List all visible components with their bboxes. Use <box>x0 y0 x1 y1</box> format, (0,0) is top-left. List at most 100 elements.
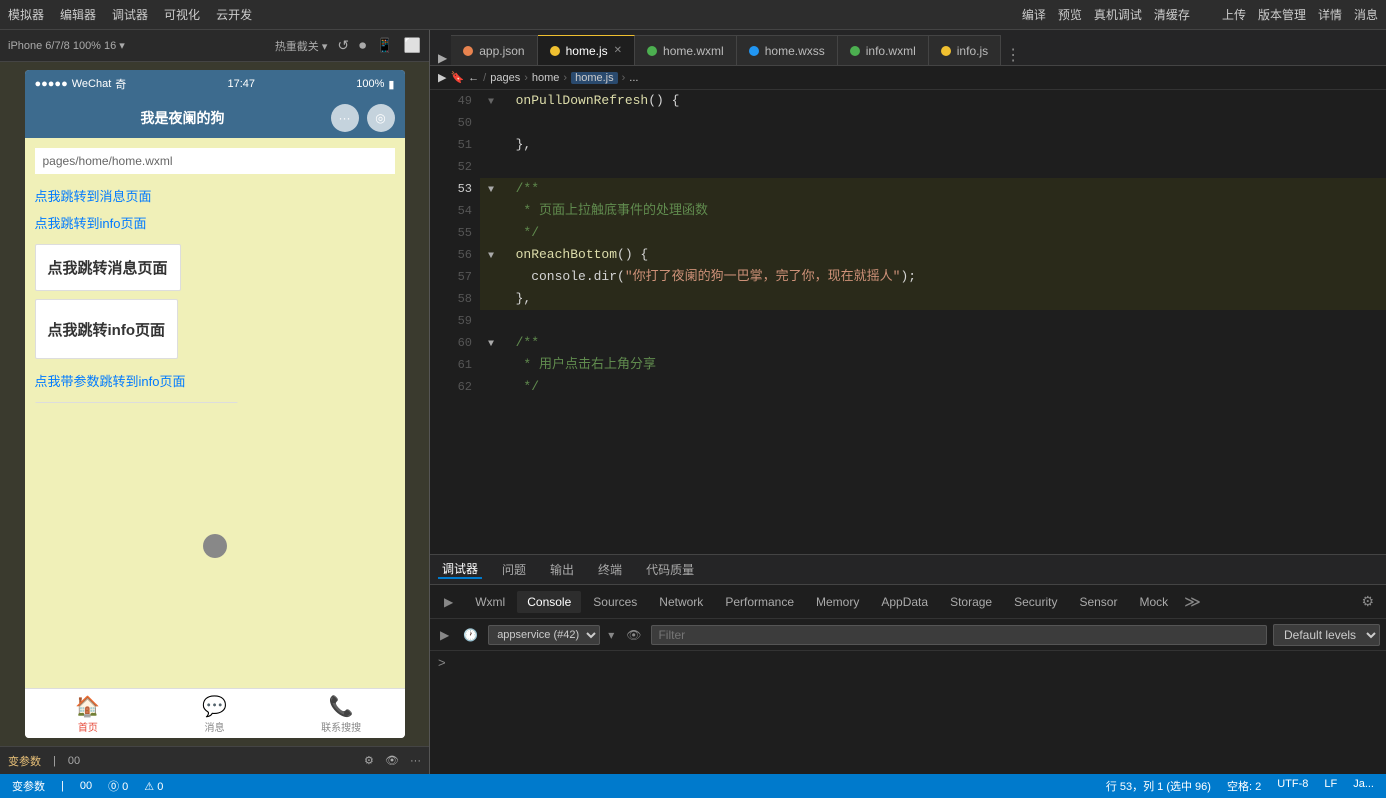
appservice-select[interactable]: appservice (#42) <box>488 625 600 645</box>
tab-close-home-js[interactable]: ✕ <box>614 45 622 56</box>
dtab-security[interactable]: Security <box>1004 591 1067 613</box>
phone-link-param[interactable]: 点我带参数跳转到info页面 <box>35 367 395 394</box>
dtab-mock[interactable]: Mock <box>1129 591 1178 613</box>
toolbar-cloud[interactable]: 云开发 <box>216 6 252 23</box>
toolbar-simulator[interactable]: 模拟器 <box>8 6 44 23</box>
console-play-btn[interactable]: ▶ <box>436 626 453 644</box>
tab-home-wxml[interactable]: home.wxml <box>635 35 737 65</box>
wxml-icon <box>647 46 657 56</box>
breadcrumb-home[interactable]: home <box>532 72 560 84</box>
dtab-memory[interactable]: Memory <box>806 591 869 613</box>
console-content[interactable]: > <box>430 651 1386 774</box>
dbg-tab-output[interactable]: 输出 <box>546 561 578 578</box>
status-lineend: LF <box>1324 778 1337 794</box>
phone-tab-contact[interactable]: 📞 联系搜搜 <box>278 689 405 738</box>
dtab-sources[interactable]: Sources <box>583 591 647 613</box>
sim-phone[interactable]: 📱 <box>376 37 393 54</box>
tab-info-wxml-label: info.wxml <box>866 44 916 58</box>
phone-tab-home[interactable]: 🏠 首页 <box>25 689 152 738</box>
status-position: 行 53，列 1 (选中 96) <box>1106 778 1211 794</box>
dtab-storage[interactable]: Storage <box>940 591 1002 613</box>
dtab-appdata[interactable]: AppData <box>871 591 938 613</box>
more-tabs-button[interactable]: ⋮ <box>1001 45 1025 65</box>
fold-49[interactable]: ▼ <box>488 92 500 114</box>
tab-info-wxml[interactable]: info.wxml <box>838 35 929 65</box>
fold-60[interactable]: ▼ <box>488 334 500 356</box>
breadcrumb-pages[interactable]: pages <box>490 72 520 84</box>
console-levels-select[interactable]: Default levels <box>1273 624 1380 646</box>
dtab-network[interactable]: Network <box>649 591 713 613</box>
tab-app-json[interactable]: app.json <box>451 35 537 65</box>
right-panel: ▶ app.json home.js ✕ home.wxml home.wxss <box>430 30 1386 774</box>
code-content[interactable]: ▼ onPullDownRefresh() { }, ▼ /** * 页面上拉触… <box>480 90 1386 554</box>
left-bottom-zero: 00 <box>68 755 80 767</box>
code-line-52 <box>480 156 1386 178</box>
code-line-56: ▼ onReachBottom() { <box>480 244 1386 266</box>
phone-battery-icon: ▮ <box>388 78 394 91</box>
toolbar-preview[interactable]: 预览 <box>1058 6 1082 23</box>
phone-signal: ●●●●● <box>35 78 68 90</box>
phone-nav-dots[interactable]: ··· <box>331 104 359 132</box>
tab-home-js-label: home.js <box>566 44 608 58</box>
appservice-selector: appservice (#42) ▾ 👁 <box>488 625 645 645</box>
status-encoding: UTF-8 <box>1277 778 1308 794</box>
fold-56[interactable]: ▼ <box>488 246 500 268</box>
code-editor: 49 50 51 52 53 54 55 56 57 58 59 60 61 6… <box>430 90 1386 554</box>
more-icon[interactable]: ··· <box>410 755 421 767</box>
sim-hot-reload[interactable]: 热重截关 ▾ <box>275 38 328 54</box>
breadcrumb-homejs[interactable]: home.js <box>571 72 618 84</box>
eye-icon[interactable]: 👁 <box>385 755 399 767</box>
sim-record[interactable]: ⏺ <box>359 37 366 54</box>
breadcrumb: ▶ 🔖 ← / pages › home › home.js › ... <box>430 66 1386 90</box>
debugger-tabs-bar: ▶ Wxml Console Sources Network Performan… <box>430 585 1386 619</box>
phone-btn-info[interactable]: 点我跳转info页面 <box>35 299 179 359</box>
tab-home-js[interactable]: home.js ✕ <box>538 35 635 65</box>
left-bottom-params[interactable]: 变参数 <box>8 753 41 769</box>
toolbar-compile[interactable]: 编译 <box>1022 6 1046 23</box>
dtab-arrow[interactable]: ▶ <box>434 591 463 613</box>
tab-left-arrow[interactable]: ▶ <box>434 51 451 65</box>
toolbar-debugger[interactable]: 调试器 <box>112 6 148 23</box>
dtab-wxml[interactable]: Wxml <box>465 591 515 613</box>
fold-53[interactable]: ▼ <box>488 180 500 202</box>
dbg-tab-quality[interactable]: 代码质量 <box>642 561 698 578</box>
toolbar-clear-cache[interactable]: 清缓存 <box>1154 6 1190 23</box>
phone-tab-messages[interactable]: 💬 消息 <box>151 689 278 738</box>
dtab-performance[interactable]: Performance <box>715 591 804 613</box>
toolbar-real-debug[interactable]: 真机调试 <box>1094 6 1142 23</box>
toolbar-visualize[interactable]: 可视化 <box>164 6 200 23</box>
tab-info-js[interactable]: info.js <box>929 35 1001 65</box>
breadcrumb-back[interactable]: ← <box>468 72 479 84</box>
code-line-60: ▼ /** <box>480 332 1386 354</box>
toolbar-messages[interactable]: 消息 <box>1354 6 1378 23</box>
dbg-tab-terminal[interactable]: 终端 <box>594 561 626 578</box>
code-line-58: }, <box>480 288 1386 310</box>
phone-bottom-tab: 🏠 首页 💬 消息 📞 联系搜搜 <box>25 688 405 738</box>
dbg-tab-debugger[interactable]: 调试器 <box>438 560 482 579</box>
toolbar-version[interactable]: 版本管理 <box>1258 6 1306 23</box>
console-prompt[interactable]: > <box>438 655 446 670</box>
toolbar-upload[interactable]: 上传 <box>1222 6 1246 23</box>
phone-link-message[interactable]: 点我跳转到消息页面 <box>35 182 395 209</box>
settings-gear-icon[interactable]: ⚙ <box>1353 589 1382 614</box>
breadcrumb-arrow: ▶ <box>438 71 446 84</box>
console-filter-input[interactable] <box>651 625 1267 645</box>
appservice-eye[interactable]: 👁 <box>622 626 645 644</box>
dbg-tab-problems[interactable]: 问题 <box>498 561 530 578</box>
sim-expand[interactable]: ⬜ <box>404 37 421 54</box>
phone-btn-message[interactable]: 点我跳转消息页面 <box>35 244 181 291</box>
dtab-sensor[interactable]: Sensor <box>1069 591 1127 613</box>
dtab-console[interactable]: Console <box>517 591 581 613</box>
settings-icon[interactable]: ⚙ <box>364 755 374 767</box>
toolbar-details[interactable]: 详情 <box>1318 6 1342 23</box>
toolbar-editor[interactable]: 编辑器 <box>60 6 96 23</box>
dtab-more[interactable]: ≫ <box>1180 592 1205 612</box>
tab-home-wxss[interactable]: home.wxss <box>737 35 838 65</box>
console-clock-btn[interactable]: 🕐 <box>459 626 482 644</box>
sim-refresh[interactable]: ↺ <box>337 37 349 54</box>
phone-nav-circle[interactable]: ◎ <box>367 104 395 132</box>
appservice-dropdown[interactable]: ▾ <box>604 626 618 644</box>
phone-scroll-dot <box>203 534 227 558</box>
phone-link-info[interactable]: 点我跳转到info页面 <box>35 209 395 236</box>
info-js-icon <box>941 46 951 56</box>
